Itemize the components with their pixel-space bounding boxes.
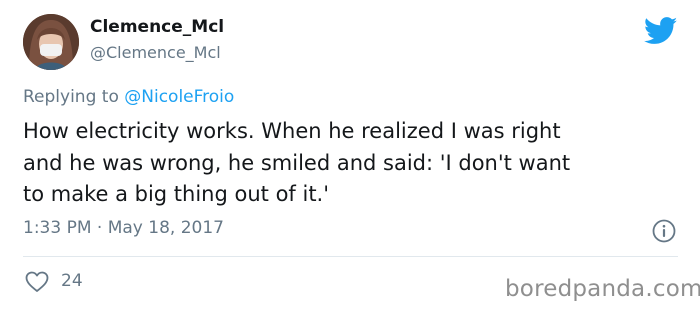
- twitter-bird-icon[interactable]: [643, 17, 678, 45]
- watermark: boredpanda.com: [505, 276, 700, 302]
- tweet-text-line: How electricity works. When he realized …: [23, 119, 561, 143]
- tweet-text-line: and he was wrong, he smiled and said: 'I…: [23, 150, 571, 175]
- replying-to-prefix: Replying to: [23, 87, 125, 107]
- tweet-text: How electricity works. When he realized …: [23, 116, 683, 211]
- heart-icon[interactable]: [25, 271, 49, 293]
- info-icon[interactable]: [652, 219, 676, 243]
- author-display-name[interactable]: Clemence_Mcl: [90, 17, 224, 37]
- author-handle[interactable]: @Clemence_Mcl: [90, 43, 221, 62]
- tweet-text-line: to make a big thing out of it.': [23, 182, 329, 206]
- reply-mention-link[interactable]: @NicoleFroio: [124, 87, 234, 107]
- like-count: 24: [61, 271, 83, 291]
- avatar[interactable]: [23, 14, 79, 70]
- replying-to: Replying to @NicoleFroio: [23, 87, 234, 107]
- divider: [23, 256, 678, 257]
- tweet-timestamp[interactable]: 1:33 PM · May 18, 2017: [23, 218, 224, 238]
